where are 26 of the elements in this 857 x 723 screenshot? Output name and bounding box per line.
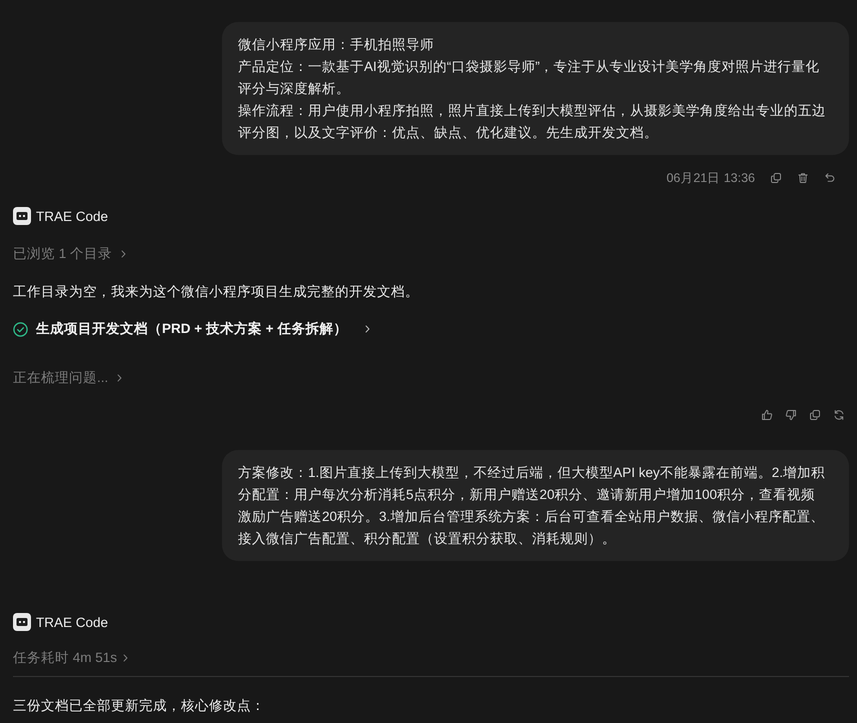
reply-text: 三份文档已全部更新完成，核心修改点： [13, 697, 266, 715]
expandable-step[interactable]: 任务耗时 4m 51s [13, 647, 128, 669]
reply-text: 工作目录为空，我来为这个微信小程序项目生成完整的开发文档。 [13, 283, 420, 301]
message-text: 微信小程序应用：手机拍照导师 [238, 36, 435, 54]
author-name: TRAE Code [36, 208, 108, 224]
chevron-right-icon [117, 374, 122, 382]
thumbs-up-icon[interactable] [761, 409, 773, 421]
refresh-icon[interactable] [833, 409, 845, 421]
message-text: 方案修改：1.图片直接上传到大模型，不经过后端，但大模型API key不能暴露在前端。2.增加积分配置：用户每次分析消耗5点积分，新用户赠送20积分、邀请新用户增加100积分，查看视频激励广告赠送20积分。3.增加后台管理系统方案：后台可查看全站用户数据、微信小程序配置、接入微信广告配置、积分配置（设置积分获取、消耗规则）。 [238, 464, 826, 548]
chevron-right-icon [365, 325, 370, 333]
thumbs-down-icon[interactable] [785, 409, 797, 421]
chevron-right-icon [121, 250, 126, 258]
task-link[interactable]: 生成项目开发文档（PRD + 技术方案 + 任务拆解） [36, 318, 370, 340]
bot-logo-icon [13, 207, 31, 225]
delete-icon[interactable] [797, 172, 809, 184]
message-text: 操作流程：用户使用小程序拍照，照片直接上传到大模型评估，从摄影美学角度给出专业的五边评分图，以及文字评价：优点、缺点、优化建议。先生成开发文档。 [238, 102, 827, 142]
bot-logo-icon [13, 613, 31, 631]
chevron-right-icon [123, 654, 128, 662]
copy-icon[interactable] [770, 172, 782, 184]
expandable-step[interactable]: 正在梳理问题... [13, 367, 122, 389]
undo-icon[interactable] [824, 172, 836, 184]
expandable-step[interactable]: 已浏览 1 个目录 [13, 243, 126, 265]
message-time: 06月21日 13:36 [666, 170, 755, 186]
author-name: TRAE Code [36, 614, 108, 630]
copy-icon[interactable] [809, 409, 821, 421]
message-text: 产品定位：一款基于AI视觉识别的“口袋摄影导师”，专注于从专业设计美学角度对照片进行量化评分与深度解析。 [238, 58, 821, 98]
